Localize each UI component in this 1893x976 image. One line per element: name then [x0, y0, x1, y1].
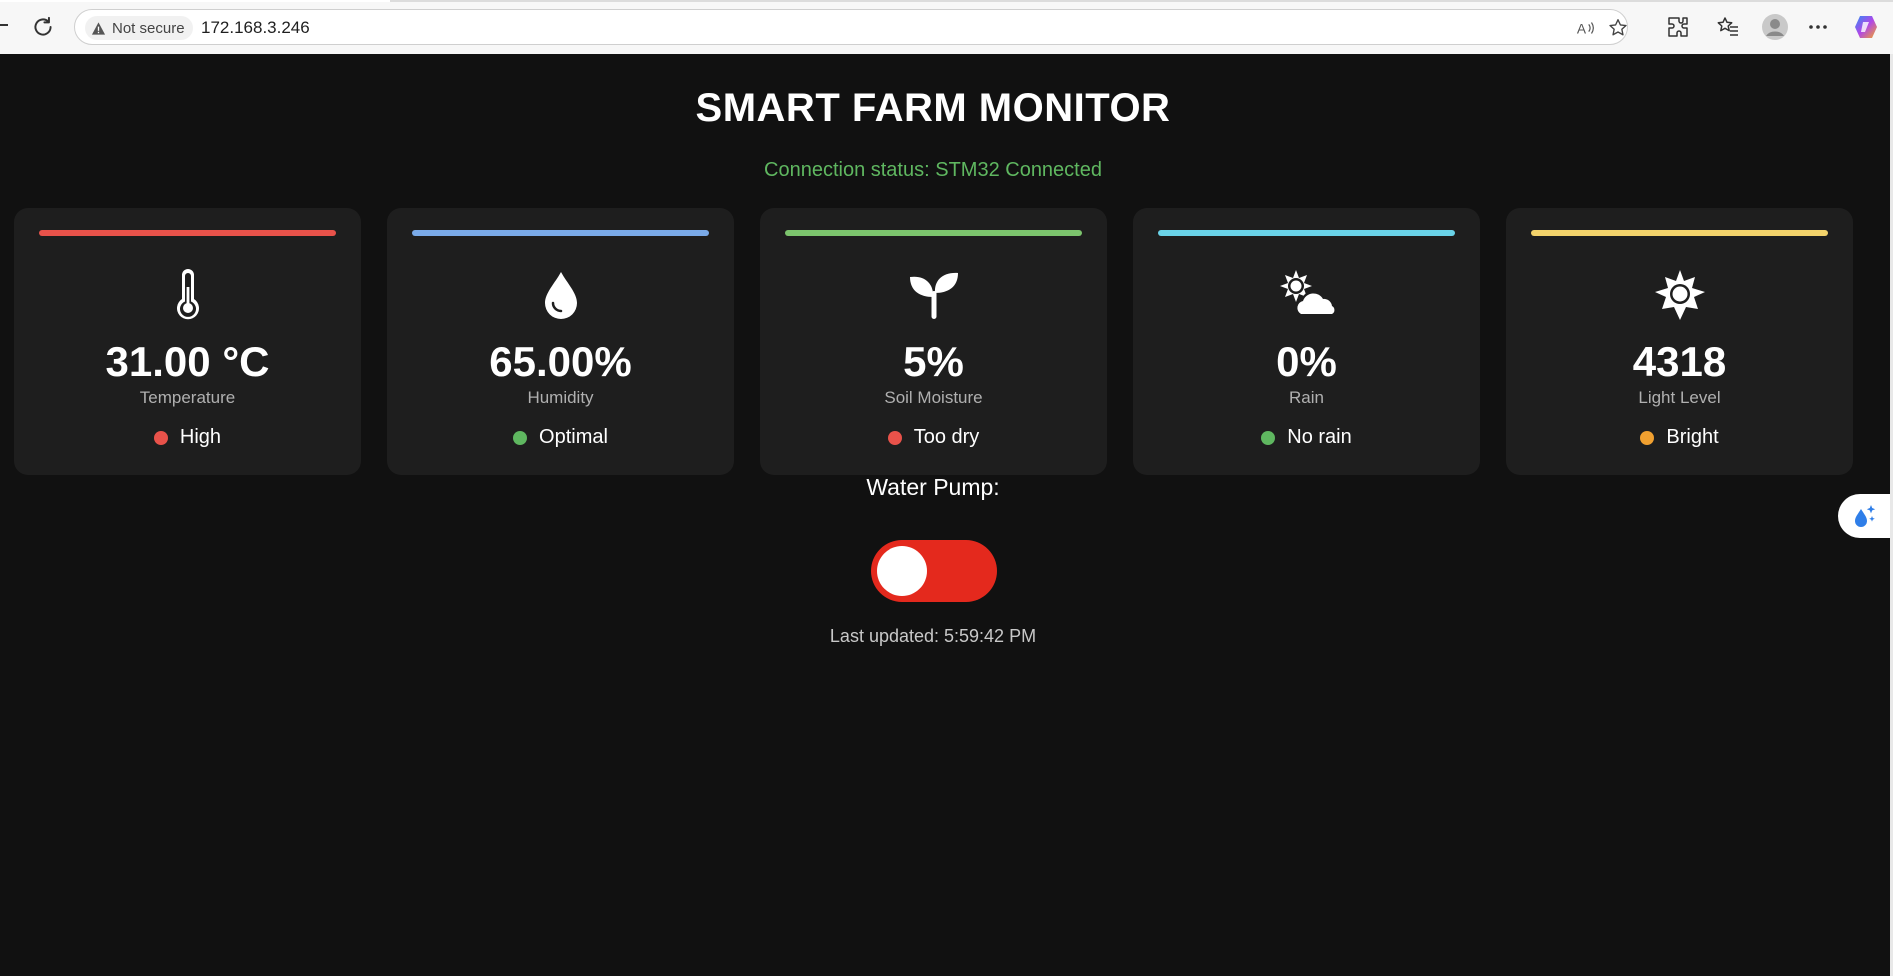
temperature-card: 31.00 °C Temperature High — [14, 208, 361, 475]
card-accent-bar — [412, 230, 709, 236]
sidebar-edge-tab[interactable] — [1838, 494, 1890, 538]
last-updated: Last updated: 5:59:42 PM — [829, 626, 1037, 646]
water-pump-toggle[interactable] — [871, 540, 997, 602]
temperature-status: High — [14, 426, 361, 449]
seedling-icon — [760, 268, 1107, 322]
status-dot — [887, 430, 902, 445]
back-button-edge[interactable] — [0, 24, 8, 26]
temperature-value: 31.00 °C — [105, 338, 270, 385]
security-indicator[interactable]: Not secure — [85, 16, 193, 40]
status-text: Bright — [1666, 426, 1719, 448]
dashboard-page: SMART FARM MONITOR Connection status: ST… — [0, 54, 1890, 976]
sparkle-drop-icon — [1855, 505, 1876, 527]
page-title: SMART FARM MONITOR — [695, 86, 1171, 130]
address-bar[interactable]: Not secure 172.168.3.246 A — [74, 9, 1628, 45]
sun-icon — [1506, 268, 1853, 322]
url-text[interactable]: 172.168.3.246 — [201, 18, 310, 38]
card-accent-bar — [1531, 230, 1828, 236]
copilot-icon[interactable] — [1852, 13, 1880, 41]
status-text: No rain — [1287, 426, 1352, 448]
card-accent-bar — [39, 230, 336, 236]
browser-toolbar: Not secure 172.168.3.246 A — [0, 0, 1893, 55]
svg-text:A: A — [1577, 22, 1587, 37]
temperature-label: Temperature — [139, 388, 236, 407]
light-level-status: Bright — [1506, 426, 1853, 449]
rain-status: No rain — [1133, 426, 1480, 449]
rain-value: 0% — [1276, 338, 1337, 385]
connection-status: Connection status: STM32 Connected — [764, 159, 1102, 181]
soil-moisture-label: Soil Moisture — [884, 388, 983, 407]
soil-moisture-value: 5% — [903, 338, 964, 385]
card-accent-bar — [1158, 230, 1455, 236]
warning-icon — [91, 21, 106, 35]
water-drop-icon — [387, 268, 734, 322]
card-accent-bar — [785, 230, 1082, 236]
cloud-sun-icon — [1133, 268, 1480, 322]
soil-moisture-card: 5% Soil Moisture Too dry — [760, 208, 1107, 475]
humidity-status: Optimal — [387, 426, 734, 449]
favorite-star-icon[interactable] — [1607, 17, 1629, 39]
extensions-icon[interactable] — [1666, 15, 1690, 39]
status-text: Too dry — [913, 426, 980, 448]
rain-card: 0% Rain No rain — [1133, 208, 1480, 475]
rain-label: Rain — [1289, 388, 1324, 407]
humidity-label: Humidity — [527, 388, 594, 407]
profile-avatar-icon[interactable] — [1761, 13, 1789, 41]
status-dot — [1640, 430, 1655, 445]
status-text: Optimal — [539, 426, 608, 448]
humidity-value: 65.00% — [489, 338, 632, 385]
light-level-label: Light Level — [1638, 388, 1721, 407]
status-text: High — [179, 426, 222, 448]
read-aloud-icon[interactable]: A — [1575, 17, 1597, 39]
soil-moisture-status: Too dry — [760, 426, 1107, 449]
favorites-icon[interactable] — [1716, 15, 1740, 39]
status-dot — [1261, 430, 1276, 445]
more-menu-icon[interactable] — [1806, 15, 1830, 39]
security-label: Not secure — [112, 19, 185, 37]
status-dot — [153, 430, 168, 445]
status-dot — [513, 430, 528, 445]
humidity-card: 65.00% Humidity Optimal — [387, 208, 734, 475]
toggle-knob[interactable] — [877, 546, 927, 596]
light-level-card: 4318 Light Level Bright — [1506, 208, 1853, 475]
thermometer-icon — [14, 268, 361, 322]
light-level-value: 4318 — [1632, 338, 1727, 385]
tab-strip — [0, 0, 1893, 2]
reload-icon[interactable] — [30, 14, 56, 40]
water-pump-label: Water Pump: — [866, 474, 1000, 500]
